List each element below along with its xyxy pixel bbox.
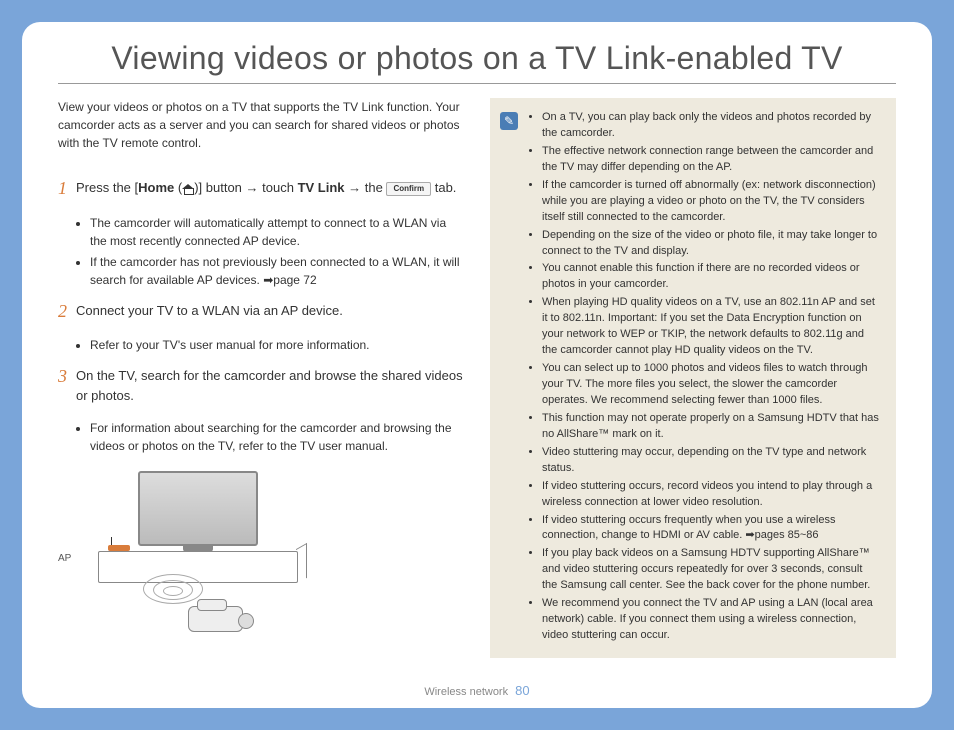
list-item: For information about searching for the … (90, 419, 464, 455)
step-body: On the TV, search for the camcorder and … (76, 366, 464, 405)
ap-label: AP (58, 553, 71, 564)
list-item: If video stuttering occurs frequently wh… (542, 513, 880, 545)
shelf (98, 551, 298, 583)
tv-link-diagram: AP (58, 471, 318, 641)
step-3-bullets: For information about searching for the … (90, 419, 464, 455)
list-item: On a TV, you can play back only the vide… (542, 110, 880, 142)
list-item: You can select up to 1000 photos and vid… (542, 361, 880, 409)
step-number: 3 (58, 366, 76, 405)
list-item: If the camcorder is turned off abnormall… (542, 178, 880, 226)
list-item: When playing HD quality videos on a TV, … (542, 295, 880, 359)
step-3: 3 On the TV, search for the camcorder an… (58, 366, 464, 405)
step-body: Connect your TV to a WLAN via an AP devi… (76, 301, 464, 323)
left-column: View your videos or photos on a TV that … (58, 98, 464, 658)
step-2: 2 Connect your TV to a WLAN via an AP de… (58, 301, 464, 323)
confirm-button-label: Confirm (386, 182, 431, 196)
divider (58, 83, 896, 84)
list-item: Video stuttering may occur, depending on… (542, 445, 880, 477)
tv-icon (138, 471, 258, 546)
info-list: On a TV, you can play back only the vide… (542, 110, 880, 646)
step-body: Press the [Home ()] button → touch TV Li… (76, 178, 464, 200)
note-icon: ✎ (500, 112, 518, 130)
page-number: 80 (515, 683, 529, 698)
step-2-bullets: Refer to your TV's user manual for more … (90, 336, 464, 354)
list-item: Refer to your TV's user manual for more … (90, 336, 464, 354)
right-column: ✎ On a TV, you can play back only the vi… (490, 98, 896, 658)
step-number: 2 (58, 301, 76, 323)
list-item: If you play back videos on a Samsung HDT… (542, 546, 880, 594)
content-columns: View your videos or photos on a TV that … (58, 98, 896, 658)
camcorder-icon (188, 606, 243, 632)
ap-device-icon (108, 545, 130, 551)
info-box: ✎ On a TV, you can play back only the vi… (490, 98, 896, 658)
step-number: 1 (58, 178, 76, 200)
list-item: If the camcorder has not previously been… (90, 253, 464, 289)
list-item: Depending on the size of the video or ph… (542, 228, 880, 260)
intro-text: View your videos or photos on a TV that … (58, 98, 464, 152)
list-item: If video stuttering occurs, record video… (542, 479, 880, 511)
list-item: The effective network connection range b… (542, 144, 880, 176)
page-title: Viewing videos or photos on a TV Link-en… (58, 40, 896, 77)
list-item: We recommend you connect the TV and AP u… (542, 596, 880, 644)
manual-page: Viewing videos or photos on a TV Link-en… (22, 22, 932, 708)
step-1-bullets: The camcorder will automatically attempt… (90, 214, 464, 289)
page-footer: Wireless network 80 (22, 683, 932, 698)
list-item: You cannot enable this function if there… (542, 261, 880, 293)
list-item: This function may not operate properly o… (542, 411, 880, 443)
list-item: The camcorder will automatically attempt… (90, 214, 464, 250)
footer-section: Wireless network (424, 686, 508, 698)
home-icon (182, 184, 194, 194)
step-1: 1 Press the [Home ()] button → touch TV … (58, 178, 464, 200)
